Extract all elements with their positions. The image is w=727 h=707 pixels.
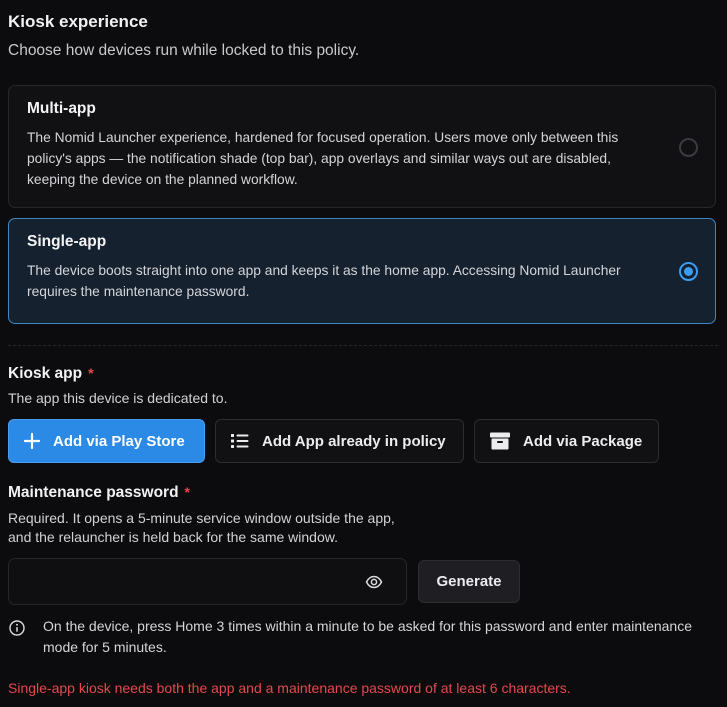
option-multi-app[interactable]: Multi-app The Nomid Launcher experience,… [8, 85, 716, 208]
maintenance-password-label-text: Maintenance password [8, 484, 179, 501]
section-subtitle: Choose how devices run while locked to t… [8, 42, 360, 59]
add-via-package-button[interactable]: Add via Package [474, 419, 659, 463]
maintenance-help-line-1: Required. It opens a 5-minute service wi… [8, 510, 395, 526]
option-description: The Nomid Launcher experience, hardened … [27, 130, 619, 187]
kiosk-app-help: The app this device is dedicated to. [8, 390, 228, 406]
maintenance-info-text: On the device, press Home 3 times within… [43, 618, 693, 655]
option-single-app[interactable]: Single-app The device boots straight int… [8, 218, 716, 324]
add-via-play-store-button[interactable]: Add via Play Store [8, 419, 205, 463]
button-label: Add via Play Store [53, 432, 185, 450]
plus-icon [23, 432, 41, 450]
maintenance-password-label: Maintenance password * [8, 484, 190, 502]
divider [8, 345, 718, 346]
generate-button[interactable]: Generate [418, 560, 520, 603]
eye-icon[interactable] [365, 573, 383, 591]
list-icon [231, 434, 249, 448]
archive-box-icon [490, 432, 510, 450]
required-mark: * [184, 484, 190, 500]
maintenance-password-input[interactable] [8, 558, 407, 605]
info-icon [9, 620, 25, 636]
section-title: Kiosk experience [8, 12, 148, 31]
kiosk-app-label-text: Kiosk app [8, 365, 83, 382]
option-description: The device boots straight into one app a… [27, 263, 621, 299]
option-title: Single-app [27, 233, 107, 250]
button-label: Add App already in policy [262, 432, 446, 450]
kiosk-app-label: Kiosk app * [8, 365, 94, 383]
option-title: Multi-app [27, 100, 96, 117]
radio-single-app[interactable] [679, 262, 698, 281]
required-mark: * [88, 365, 94, 381]
add-app-in-policy-button[interactable]: Add App already in policy [215, 419, 464, 463]
button-label: Add via Package [523, 432, 643, 450]
maintenance-help-line-2: and the relauncher is held back for the … [8, 529, 338, 545]
validation-error: Single-app kiosk needs both the app and … [8, 680, 571, 696]
radio-multi-app[interactable] [679, 137, 698, 157]
